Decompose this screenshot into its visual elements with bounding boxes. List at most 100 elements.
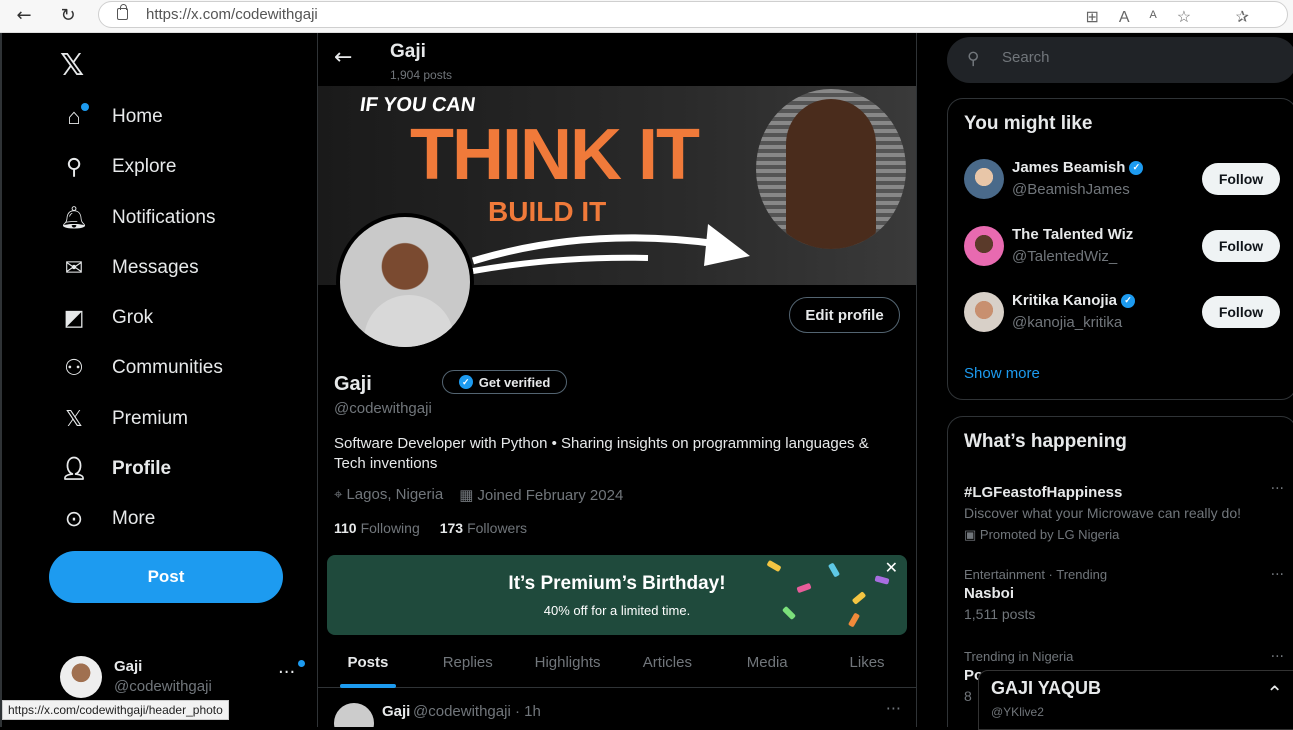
app: 𝕏 ⌂ Home ⚲ Explore 🔔︎ Notifications ✉ Me…: [0, 33, 1293, 727]
location-pin-icon: ⌖: [334, 486, 343, 503]
more-horizontal-icon[interactable]: ···: [1271, 567, 1284, 583]
nav-more[interactable]: ⊙ More: [60, 499, 156, 539]
trend-title: #LGFeastofHappiness: [964, 484, 1123, 501]
tab-highlights[interactable]: Highlights: [518, 645, 618, 687]
back-arrow-icon[interactable]: ←: [10, 3, 38, 29]
right-sidebar: ⚲ You might like James Beamish✓ @Beamish…: [917, 33, 1293, 727]
nav-grok[interactable]: ◩ Grok: [60, 298, 154, 338]
suggestion-item[interactable]: James Beamish ✓ @BeamishJames Follow: [964, 159, 1293, 209]
people-icon: ⚇: [64, 355, 84, 380]
follow-button[interactable]: Follow: [1202, 230, 1280, 262]
premium-promo-banner[interactable]: It’s Premium’s Birthday! 40% off for a l…: [327, 555, 907, 635]
x-logo-icon: 𝕏: [65, 406, 83, 431]
more-horizontal-icon[interactable]: ···: [886, 699, 901, 718]
suggestion-handle: @kanojia_kritika: [1012, 314, 1123, 331]
nav-profile[interactable]: 👤︎ Profile: [60, 449, 171, 489]
avatar[interactable]: [964, 292, 1004, 332]
get-verified-label: Get verified: [478, 374, 551, 390]
get-verified-button[interactable]: ✓ Get verified: [442, 370, 567, 394]
avatar[interactable]: [964, 159, 1004, 199]
nav-explore[interactable]: ⚲ Explore: [60, 147, 176, 187]
suggestion-name: The Talented Wiz: [1012, 226, 1134, 243]
nav-grok-label: Grok: [112, 307, 154, 328]
nav-notifications[interactable]: 🔔︎ Notifications: [60, 198, 215, 238]
person-icon: 👤︎: [60, 456, 88, 481]
post-button[interactable]: Post: [49, 551, 283, 603]
promo-subtitle: 40% off for a limited time.: [543, 603, 691, 618]
account-switcher[interactable]: Gaji @codewithgaji ···: [60, 656, 306, 701]
nav-premium[interactable]: 𝕏 Premium: [60, 399, 188, 439]
tab-articles[interactable]: Articles: [617, 645, 717, 687]
nav-home[interactable]: ⌂ Home: [60, 97, 163, 137]
search-input[interactable]: [1002, 49, 1262, 66]
suggestion-item[interactable]: Kritika Kanojia ✓ @kanojia_kritika Follow: [964, 292, 1293, 342]
search-icon: ⚲: [65, 154, 83, 179]
tab-likes[interactable]: Likes: [817, 645, 916, 687]
nav-home-label: Home: [112, 106, 163, 127]
trend-item[interactable]: Entertainment · Trending Nasboi 1,511 po…: [964, 567, 1284, 622]
suggestion-handle: @TalentedWiz_: [1012, 248, 1118, 265]
account-handle: @codewithgaji: [114, 678, 212, 695]
browser-action-icons[interactable]: ⊞Aᴬ☆ ✰: [1085, 5, 1269, 30]
show-more-link[interactable]: Show more: [964, 365, 1040, 382]
who-to-follow-card: You might like James Beamish ✓ @BeamishJa…: [947, 98, 1293, 400]
suggestion-name: Kritika Kanojia ✓: [1012, 292, 1136, 309]
promoted-label: ▣ Promoted by LG Nigeria: [964, 527, 1120, 542]
mail-icon: ✉: [64, 255, 84, 280]
follow-button[interactable]: Follow: [1202, 296, 1280, 328]
nav-messages[interactable]: ✉ Messages: [60, 248, 199, 288]
trend-title: Nasboi: [964, 585, 1015, 602]
back-arrow-icon[interactable]: ←: [334, 45, 352, 70]
trend-description: Discover what your Microwave can really …: [964, 505, 1241, 521]
tweet[interactable]: Gaji @codewithgaji · 1h ···: [318, 691, 916, 727]
avatar[interactable]: [334, 703, 374, 727]
suggestion-item[interactable]: The Talented Wiz @TalentedWiz_ Follow: [964, 226, 1293, 276]
nav-profile-label: Profile: [112, 458, 172, 479]
more-horizontal-icon[interactable]: ···: [278, 660, 306, 683]
chevron-up-icon[interactable]: ⌃: [1266, 681, 1283, 705]
profile-bio: Software Developer with Python • Sharing…: [334, 435, 869, 472]
header-post-count: 1,904 posts: [390, 68, 453, 82]
follow-button[interactable]: Follow: [1202, 163, 1280, 195]
follow-stats: 110 Following 173 Followers: [334, 520, 527, 536]
avatar[interactable]: [964, 226, 1004, 266]
avatar: [60, 656, 102, 698]
lock-icon: [117, 4, 128, 20]
profile-avatar[interactable]: [336, 213, 474, 351]
tab-posts[interactable]: Posts: [318, 645, 418, 688]
x-logo-icon[interactable]: 𝕏: [60, 48, 84, 83]
verified-badge-icon: ✓: [458, 375, 473, 389]
nav-explore-label: Explore: [112, 156, 177, 177]
tweet-author-name[interactable]: Gaji: [382, 703, 410, 720]
banner-line2: THINK IT: [410, 115, 700, 195]
reload-icon[interactable]: ↻: [54, 3, 82, 29]
sidebar: 𝕏 ⌂ Home ⚲ Explore 🔔︎ Notifications ✉ Me…: [2, 33, 318, 727]
followers-link[interactable]: 173 Followers: [440, 520, 527, 536]
status-bar-url: https://x.com/codewithgaji/header_photo: [2, 700, 229, 720]
trend-description: 1,511 posts: [964, 606, 1036, 622]
close-icon[interactable]: ✕: [885, 558, 898, 577]
tweet-meta: @codewithgaji · 1h: [413, 703, 541, 720]
card-title: You might like: [964, 113, 1093, 134]
search-bar[interactable]: ⚲: [947, 37, 1293, 83]
trend-context: Entertainment · Trending: [964, 567, 1108, 582]
tab-replies[interactable]: Replies: [418, 645, 518, 687]
more-horizontal-icon[interactable]: ···: [1271, 649, 1284, 665]
browser-toolbar: ← ↻ https://x.com/codewithgaji ⊞Aᴬ☆ ✰: [0, 0, 1293, 33]
profile-name: Gaji: [334, 373, 372, 395]
nav-communities[interactable]: ⚇ Communities: [60, 348, 223, 388]
profile-handle: @codewithgaji: [334, 400, 432, 417]
drawer-handle: @YKlive2: [991, 705, 1044, 719]
search-icon: ⚲: [967, 49, 980, 69]
bell-icon: 🔔︎: [60, 205, 88, 230]
messages-drawer[interactable]: GAJI YAQUB @YKlive2 ⌃: [978, 670, 1293, 730]
edit-profile-button[interactable]: Edit profile: [789, 297, 900, 333]
trend-item[interactable]: #LGFeastofHappiness Discover what your M…: [964, 481, 1284, 543]
verified-badge-icon: ✓: [1129, 160, 1144, 175]
profile-tabs: Posts Replies Highlights Articles Media …: [318, 645, 916, 688]
nav-more-label: More: [112, 508, 156, 529]
more-horizontal-icon[interactable]: ···: [1271, 481, 1284, 497]
tab-media[interactable]: Media: [717, 645, 817, 687]
following-link[interactable]: 110 Following: [334, 520, 420, 536]
address-bar[interactable]: https://x.com/codewithgaji ⊞Aᴬ☆ ✰: [98, 1, 1288, 28]
